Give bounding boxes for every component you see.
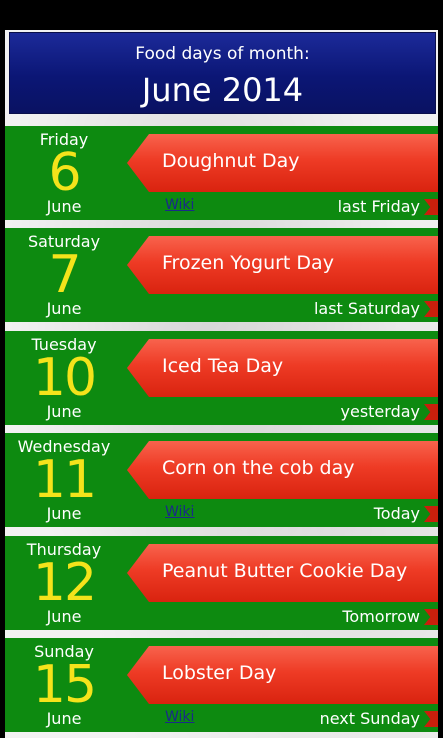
food-ribbon: Frozen Yogurt Day xyxy=(127,236,438,294)
relative-day-label: last Saturday xyxy=(313,299,420,318)
month-label: June xyxy=(46,197,82,216)
relative-day-label: last Friday xyxy=(337,197,420,216)
page-header: Food days of month: June 2014 xyxy=(9,32,436,114)
relative-day-label: yesterday xyxy=(340,402,421,421)
wiki-link[interactable]: Wiki xyxy=(165,197,194,213)
ribbon-tail xyxy=(424,404,438,420)
food-ribbon: Corn on the cob day xyxy=(127,441,438,499)
ribbon-tail xyxy=(424,506,438,522)
day-number: 11 xyxy=(32,450,97,510)
month-label: June xyxy=(46,607,82,626)
month-label: June xyxy=(46,709,82,728)
food-day-name: Corn on the cob day xyxy=(162,457,355,479)
food-day-name: Frozen Yogurt Day xyxy=(162,252,334,274)
day-number: 15 xyxy=(32,655,97,715)
month-label: June xyxy=(46,504,82,523)
food-days-page: Food days of month: June 2014 Friday 6 J… xyxy=(5,30,438,738)
food-day-name: Iced Tea Day xyxy=(162,355,284,377)
food-day-card[interactable]: Thursday 12 June Peanut Butter Cookie Da… xyxy=(5,536,438,630)
month-label: June xyxy=(46,299,82,318)
ribbon-tail xyxy=(424,711,438,727)
status-bar xyxy=(0,0,443,30)
food-day-name: Doughnut Day xyxy=(162,150,300,172)
food-ribbon: Peanut Butter Cookie Day xyxy=(127,544,438,602)
relative-day-label: next Sunday xyxy=(319,709,420,728)
page-subtitle: Food days of month: xyxy=(135,44,310,64)
ribbon-tail xyxy=(424,199,438,215)
page-title: June 2014 xyxy=(141,71,304,109)
day-number: 7 xyxy=(48,245,81,305)
day-number: 6 xyxy=(48,143,81,203)
relative-day-label: Today xyxy=(373,504,420,523)
relative-day-label: Tomorrow xyxy=(342,607,420,626)
wiki-link[interactable]: Wiki xyxy=(165,709,194,725)
food-day-card[interactable]: Wednesday 11 June Corn on the cob day Wi… xyxy=(5,433,438,527)
ribbon-tail xyxy=(424,609,438,625)
food-day-name: Lobster Day xyxy=(162,662,277,684)
food-ribbon: Lobster Day xyxy=(127,646,438,704)
food-day-card[interactable]: Saturday 7 June Frozen Yogurt Day last S… xyxy=(5,228,438,322)
food-day-card[interactable]: Friday 6 June Doughnut Day Wiki last Fri… xyxy=(5,126,438,220)
food-ribbon: Doughnut Day xyxy=(127,134,438,192)
food-ribbon: Iced Tea Day xyxy=(127,339,438,397)
food-day-name: Peanut Butter Cookie Day xyxy=(162,560,408,582)
day-number: 10 xyxy=(32,348,97,408)
month-label: June xyxy=(46,402,82,421)
ribbon-tail xyxy=(424,301,438,317)
food-day-card[interactable]: Sunday 15 June Lobster Day Wiki next Sun… xyxy=(5,638,438,732)
wiki-link[interactable]: Wiki xyxy=(165,504,194,520)
day-number: 12 xyxy=(32,553,97,613)
food-day-card[interactable]: Tuesday 10 June Iced Tea Day yesterday xyxy=(5,331,438,425)
